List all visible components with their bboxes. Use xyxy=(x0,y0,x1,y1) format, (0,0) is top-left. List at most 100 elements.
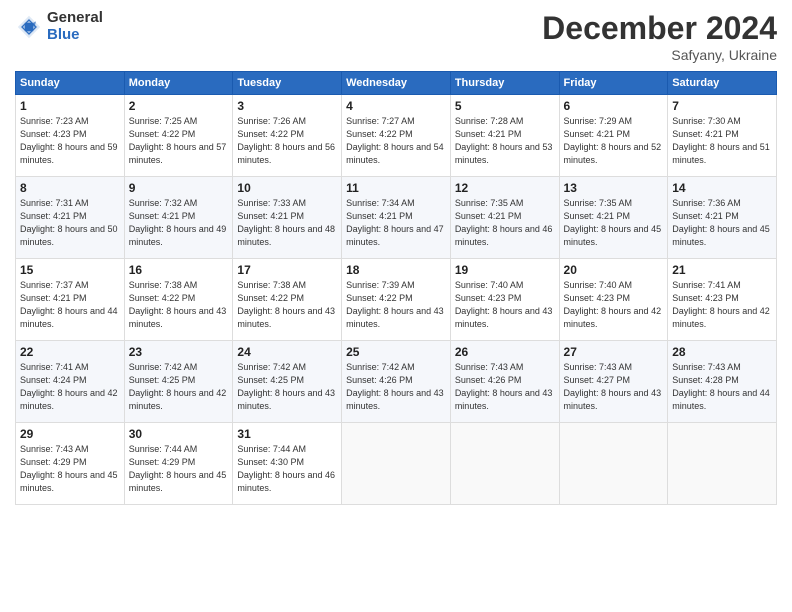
day-number: 31 xyxy=(237,427,337,441)
day-number: 5 xyxy=(455,99,555,113)
calendar-cell: 26 Sunrise: 7:43 AMSunset: 4:26 PMDaylig… xyxy=(450,341,559,423)
day-number: 6 xyxy=(564,99,664,113)
day-number: 7 xyxy=(672,99,772,113)
day-info: Sunrise: 7:41 AMSunset: 4:23 PMDaylight:… xyxy=(672,279,772,331)
day-number: 21 xyxy=(672,263,772,277)
day-info: Sunrise: 7:40 AMSunset: 4:23 PMDaylight:… xyxy=(455,279,555,331)
day-number: 22 xyxy=(20,345,120,359)
day-info: Sunrise: 7:44 AMSunset: 4:30 PMDaylight:… xyxy=(237,443,337,495)
weekday-header-monday: Monday xyxy=(124,72,233,95)
day-number: 16 xyxy=(129,263,229,277)
calendar-cell: 27 Sunrise: 7:43 AMSunset: 4:27 PMDaylig… xyxy=(559,341,668,423)
calendar-cell: 25 Sunrise: 7:42 AMSunset: 4:26 PMDaylig… xyxy=(342,341,451,423)
day-info: Sunrise: 7:44 AMSunset: 4:29 PMDaylight:… xyxy=(129,443,229,495)
calendar-week-row: 29 Sunrise: 7:43 AMSunset: 4:29 PMDaylig… xyxy=(16,423,777,505)
day-info: Sunrise: 7:43 AMSunset: 4:26 PMDaylight:… xyxy=(455,361,555,413)
day-number: 28 xyxy=(672,345,772,359)
calendar-cell: 13 Sunrise: 7:35 AMSunset: 4:21 PMDaylig… xyxy=(559,177,668,259)
location: Safyany, Ukraine xyxy=(542,47,777,63)
calendar-cell: 6 Sunrise: 7:29 AMSunset: 4:21 PMDayligh… xyxy=(559,95,668,177)
day-info: Sunrise: 7:30 AMSunset: 4:21 PMDaylight:… xyxy=(672,115,772,167)
day-info: Sunrise: 7:40 AMSunset: 4:23 PMDaylight:… xyxy=(564,279,664,331)
calendar-cell: 20 Sunrise: 7:40 AMSunset: 4:23 PMDaylig… xyxy=(559,259,668,341)
logo-blue: Blue xyxy=(47,27,103,44)
day-number: 3 xyxy=(237,99,337,113)
day-number: 26 xyxy=(455,345,555,359)
day-number: 1 xyxy=(20,99,120,113)
calendar-cell: 28 Sunrise: 7:43 AMSunset: 4:28 PMDaylig… xyxy=(668,341,777,423)
day-number: 30 xyxy=(129,427,229,441)
calendar-cell: 18 Sunrise: 7:39 AMSunset: 4:22 PMDaylig… xyxy=(342,259,451,341)
calendar-cell: 2 Sunrise: 7:25 AMSunset: 4:22 PMDayligh… xyxy=(124,95,233,177)
calendar-cell: 24 Sunrise: 7:42 AMSunset: 4:25 PMDaylig… xyxy=(233,341,342,423)
calendar-cell: 22 Sunrise: 7:41 AMSunset: 4:24 PMDaylig… xyxy=(16,341,125,423)
day-number: 12 xyxy=(455,181,555,195)
weekday-header-row: SundayMondayTuesdayWednesdayThursdayFrid… xyxy=(16,72,777,95)
calendar-cell: 4 Sunrise: 7:27 AMSunset: 4:22 PMDayligh… xyxy=(342,95,451,177)
month-title: December 2024 xyxy=(542,10,777,47)
calendar-week-row: 22 Sunrise: 7:41 AMSunset: 4:24 PMDaylig… xyxy=(16,341,777,423)
day-number: 17 xyxy=(237,263,337,277)
page-container: General Blue December 2024 Safyany, Ukra… xyxy=(0,0,792,515)
logo: General Blue xyxy=(15,10,103,43)
calendar-header: SundayMondayTuesdayWednesdayThursdayFrid… xyxy=(16,72,777,95)
calendar-cell: 5 Sunrise: 7:28 AMSunset: 4:21 PMDayligh… xyxy=(450,95,559,177)
day-number: 20 xyxy=(564,263,664,277)
day-number: 25 xyxy=(346,345,446,359)
day-number: 13 xyxy=(564,181,664,195)
calendar-cell: 1 Sunrise: 7:23 AMSunset: 4:23 PMDayligh… xyxy=(16,95,125,177)
calendar-week-row: 1 Sunrise: 7:23 AMSunset: 4:23 PMDayligh… xyxy=(16,95,777,177)
day-info: Sunrise: 7:31 AMSunset: 4:21 PMDaylight:… xyxy=(20,197,120,249)
day-number: 29 xyxy=(20,427,120,441)
day-info: Sunrise: 7:42 AMSunset: 4:25 PMDaylight:… xyxy=(237,361,337,413)
day-info: Sunrise: 7:38 AMSunset: 4:22 PMDaylight:… xyxy=(129,279,229,331)
day-info: Sunrise: 7:23 AMSunset: 4:23 PMDaylight:… xyxy=(20,115,120,167)
calendar-cell: 29 Sunrise: 7:43 AMSunset: 4:29 PMDaylig… xyxy=(16,423,125,505)
day-number: 23 xyxy=(129,345,229,359)
day-info: Sunrise: 7:26 AMSunset: 4:22 PMDaylight:… xyxy=(237,115,337,167)
calendar-cell: 7 Sunrise: 7:30 AMSunset: 4:21 PMDayligh… xyxy=(668,95,777,177)
day-info: Sunrise: 7:28 AMSunset: 4:21 PMDaylight:… xyxy=(455,115,555,167)
calendar-cell xyxy=(450,423,559,505)
logo-icon xyxy=(15,13,43,41)
calendar-cell xyxy=(342,423,451,505)
calendar-week-row: 15 Sunrise: 7:37 AMSunset: 4:21 PMDaylig… xyxy=(16,259,777,341)
day-number: 11 xyxy=(346,181,446,195)
calendar-cell: 23 Sunrise: 7:42 AMSunset: 4:25 PMDaylig… xyxy=(124,341,233,423)
logo-text: General Blue xyxy=(47,10,103,43)
calendar-cell: 14 Sunrise: 7:36 AMSunset: 4:21 PMDaylig… xyxy=(668,177,777,259)
calendar-cell: 3 Sunrise: 7:26 AMSunset: 4:22 PMDayligh… xyxy=(233,95,342,177)
day-info: Sunrise: 7:35 AMSunset: 4:21 PMDaylight:… xyxy=(564,197,664,249)
day-number: 2 xyxy=(129,99,229,113)
calendar-cell: 11 Sunrise: 7:34 AMSunset: 4:21 PMDaylig… xyxy=(342,177,451,259)
weekday-header-saturday: Saturday xyxy=(668,72,777,95)
calendar-cell: 10 Sunrise: 7:33 AMSunset: 4:21 PMDaylig… xyxy=(233,177,342,259)
calendar-cell: 9 Sunrise: 7:32 AMSunset: 4:21 PMDayligh… xyxy=(124,177,233,259)
weekday-header-tuesday: Tuesday xyxy=(233,72,342,95)
weekday-header-wednesday: Wednesday xyxy=(342,72,451,95)
day-number: 10 xyxy=(237,181,337,195)
day-info: Sunrise: 7:43 AMSunset: 4:27 PMDaylight:… xyxy=(564,361,664,413)
day-info: Sunrise: 7:35 AMSunset: 4:21 PMDaylight:… xyxy=(455,197,555,249)
calendar-cell: 16 Sunrise: 7:38 AMSunset: 4:22 PMDaylig… xyxy=(124,259,233,341)
day-info: Sunrise: 7:41 AMSunset: 4:24 PMDaylight:… xyxy=(20,361,120,413)
header: General Blue December 2024 Safyany, Ukra… xyxy=(15,10,777,63)
day-number: 4 xyxy=(346,99,446,113)
calendar-cell: 30 Sunrise: 7:44 AMSunset: 4:29 PMDaylig… xyxy=(124,423,233,505)
calendar-cell xyxy=(559,423,668,505)
day-number: 19 xyxy=(455,263,555,277)
day-info: Sunrise: 7:25 AMSunset: 4:22 PMDaylight:… xyxy=(129,115,229,167)
calendar-cell: 19 Sunrise: 7:40 AMSunset: 4:23 PMDaylig… xyxy=(450,259,559,341)
day-number: 8 xyxy=(20,181,120,195)
day-info: Sunrise: 7:33 AMSunset: 4:21 PMDaylight:… xyxy=(237,197,337,249)
day-info: Sunrise: 7:42 AMSunset: 4:25 PMDaylight:… xyxy=(129,361,229,413)
day-info: Sunrise: 7:29 AMSunset: 4:21 PMDaylight:… xyxy=(564,115,664,167)
weekday-header-friday: Friday xyxy=(559,72,668,95)
day-info: Sunrise: 7:34 AMSunset: 4:21 PMDaylight:… xyxy=(346,197,446,249)
calendar-cell: 12 Sunrise: 7:35 AMSunset: 4:21 PMDaylig… xyxy=(450,177,559,259)
calendar-cell: 15 Sunrise: 7:37 AMSunset: 4:21 PMDaylig… xyxy=(16,259,125,341)
calendar-cell: 31 Sunrise: 7:44 AMSunset: 4:30 PMDaylig… xyxy=(233,423,342,505)
day-number: 27 xyxy=(564,345,664,359)
calendar-cell: 21 Sunrise: 7:41 AMSunset: 4:23 PMDaylig… xyxy=(668,259,777,341)
day-info: Sunrise: 7:39 AMSunset: 4:22 PMDaylight:… xyxy=(346,279,446,331)
